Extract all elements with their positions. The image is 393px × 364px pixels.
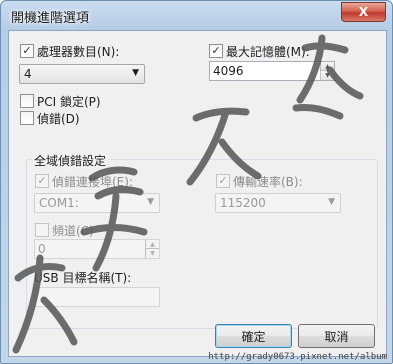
dialog-body: ✓ 處理器數目(N): 4 ▼ ✓ 最大記憶體(M): 4096 ▲ ▼ PCI… <box>8 30 387 357</box>
max-memory-checkbox[interactable]: ✓ <box>209 44 223 58</box>
debug-port-dropdown[interactable]: COM1: ▼ <box>34 193 160 213</box>
spin-down-icon[interactable]: ▼ <box>321 71 334 80</box>
max-memory-spinner[interactable]: ▲ ▼ <box>320 62 334 80</box>
usb-target-label: USB 目標名稱(T): <box>34 271 132 285</box>
cpu-count-value: 4 <box>24 67 32 81</box>
cpu-count-checkbox[interactable]: ✓ <box>20 44 34 58</box>
footer-url: http://grady0673.pixnet.net/album <box>208 352 387 362</box>
check-icon: ✓ <box>22 44 32 57</box>
pci-lock-checkbox[interactable] <box>20 94 34 108</box>
baud-rate-value: 115200 <box>220 196 266 210</box>
channel-field[interactable]: 0 ▲ ▼ <box>34 239 160 259</box>
spin-up-icon[interactable]: ▲ <box>146 240 159 249</box>
cpu-count-label: 處理器數目(N): <box>37 45 120 59</box>
dialog-window: 開機進階選項 X ✓ 處理器數目(N): 4 ▼ ✓ 最大記憶體(M): 409… <box>0 0 393 364</box>
check-icon: ✓ <box>218 174 228 187</box>
baud-rate-label: 傳輸速率(B): <box>233 175 303 189</box>
channel-label: 頻道(C) <box>52 224 94 238</box>
channel-spinner[interactable]: ▲ ▼ <box>145 240 159 258</box>
baud-rate-dropdown[interactable]: 115200 ▼ <box>215 193 341 213</box>
debug-checkbox[interactable] <box>20 111 34 125</box>
debug-port-value: COM1: <box>39 196 79 210</box>
debug-label: 偵錯(D) <box>37 112 80 126</box>
global-debug-title: 全域偵錯設定 <box>31 152 110 169</box>
title-bar[interactable]: 開機進階選項 X <box>1 1 392 29</box>
pci-lock-label: PCI 鎖定(P) <box>37 95 101 109</box>
max-memory-field[interactable]: 4096 ▲ ▼ <box>209 61 335 81</box>
ok-button[interactable]: 確定 <box>215 324 292 348</box>
spin-down-icon[interactable]: ▼ <box>146 249 159 258</box>
chevron-down-icon: ▼ <box>132 68 139 78</box>
chevron-down-icon: ▼ <box>147 197 154 207</box>
channel-value: 0 <box>38 242 46 256</box>
channel-checkbox[interactable] <box>35 223 49 237</box>
check-icon: ✓ <box>211 44 221 57</box>
usb-target-field[interactable] <box>34 287 160 307</box>
close-icon: X <box>358 5 369 19</box>
max-memory-value: 4096 <box>213 64 244 78</box>
max-memory-label: 最大記憶體(M): <box>226 45 310 59</box>
chevron-down-icon: ▼ <box>328 197 335 207</box>
debug-port-label: 偵錯連接埠(E): <box>52 175 133 189</box>
debug-port-checkbox[interactable]: ✓ <box>35 174 49 188</box>
cancel-button[interactable]: 取消 <box>298 324 375 348</box>
spin-up-icon[interactable]: ▲ <box>321 62 334 71</box>
cpu-count-dropdown[interactable]: 4 ▼ <box>19 64 145 84</box>
close-button[interactable]: X <box>341 2 386 22</box>
baud-rate-checkbox[interactable]: ✓ <box>216 174 230 188</box>
window-title: 開機進階選項 <box>11 11 90 26</box>
check-icon: ✓ <box>37 174 47 187</box>
